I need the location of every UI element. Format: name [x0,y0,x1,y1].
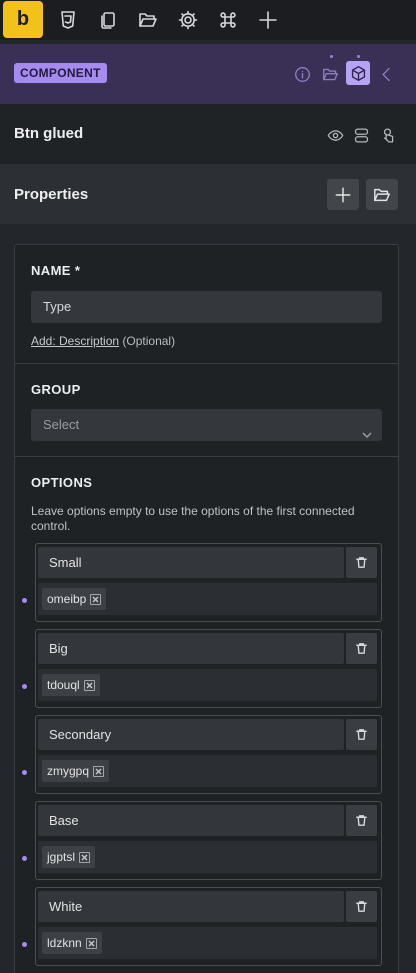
remove-chip-icon[interactable] [93,765,105,777]
eye-icon[interactable] [325,125,345,145]
cube-icon[interactable] [346,61,370,85]
plus-icon [335,187,351,202]
css3-icon[interactable] [57,9,79,31]
name-label: NAME * [31,263,81,278]
open-folder-button[interactable] [366,179,398,210]
control-chip: tdouql [42,674,100,696]
chip-label: zmygpq [47,764,90,778]
add-property-button[interactable] [327,179,359,210]
add-description-link[interactable]: Add: Description (Optional) [31,334,175,348]
top-toolbar: b [0,0,416,40]
control-chip: jgptsl [42,846,96,868]
option-label-input[interactable]: White [38,891,344,922]
options-help-text: Leave options empty to use the options o… [31,504,355,533]
plus-icon[interactable] [257,9,279,31]
option-control-select[interactable]: ldzknn [38,927,377,959]
pages-icon[interactable] [97,9,119,31]
indicator-dot [330,55,333,58]
command-icon[interactable] [217,9,239,31]
properties-header: Properties [0,164,416,224]
chip-label: ldzknn [47,936,82,950]
group-label: GROUP [31,382,81,397]
element-title[interactable]: Btn glued [14,125,83,142]
chip-label: omeibp [47,592,87,606]
connection-dot [22,684,27,689]
remove-chip-icon[interactable] [83,679,95,691]
option-control-select[interactable]: tdouql [38,669,377,701]
connection-dot [22,770,27,775]
trash-icon [356,557,367,568]
options-label: OPTIONS [31,475,93,490]
folder-open-icon[interactable] [137,9,159,31]
divider [15,456,398,457]
delete-option-button[interactable] [346,805,377,836]
folder-icon[interactable] [320,64,340,84]
component-badge: COMPONENT [14,63,107,83]
delete-option-button[interactable] [346,719,377,750]
builder-logo[interactable]: b [3,1,43,38]
property-form: NAME * Type Add: Description (Optional) … [14,244,399,973]
chevron-left-icon[interactable] [376,64,396,84]
chevron-down-icon [362,420,372,439]
add-description-text[interactable]: Add: Description [31,334,119,348]
option-control-select[interactable]: jgptsl [38,841,377,873]
option-control-select[interactable]: omeibp [38,583,377,615]
option-label-input[interactable]: Small [38,547,344,578]
trash-icon [356,815,367,826]
connection-dot [22,856,27,861]
option-label-input[interactable]: Base [38,805,344,836]
connection-dot [22,942,27,947]
gear-icon[interactable] [177,9,199,31]
remove-chip-icon[interactable] [85,937,97,949]
trash-icon [356,901,367,912]
indicator-dot [357,55,360,58]
properties-title: Properties [14,186,89,203]
group-select-value: Select [43,417,80,432]
name-input[interactable]: Type [31,291,382,323]
trash-icon [356,643,367,654]
element-header: Btn glued [0,104,416,164]
control-chip: omeibp [42,588,107,610]
control-chip: zmygpq [42,760,110,782]
option-item: Secondary zmygpq [22,715,382,794]
chip-label: tdouql [47,678,80,692]
option-control-select[interactable]: zmygpq [38,755,377,787]
option-item: Base jgptsl [22,801,382,880]
option-item: Small omeibp [22,543,382,622]
connection-dot [22,598,27,603]
delete-option-button[interactable] [346,547,377,578]
delete-option-button[interactable] [346,633,377,664]
option-item: Big tdouql [22,629,382,708]
chip-label: jgptsl [47,850,76,864]
folder-open-icon [374,188,390,201]
info-icon[interactable] [292,64,312,84]
option-item: White ldzknn [22,887,382,966]
stack-icon[interactable] [351,125,371,145]
delete-option-button[interactable] [346,891,377,922]
pointer-icon[interactable] [377,125,397,145]
trash-icon [356,729,367,740]
optional-text: (Optional) [122,334,176,348]
option-label-input[interactable]: Secondary [38,719,344,750]
remove-chip-icon[interactable] [90,593,102,605]
option-label-input[interactable]: Big [38,633,344,664]
control-chip: ldzknn [42,932,102,954]
group-select[interactable]: Select [31,409,382,441]
remove-chip-icon[interactable] [79,851,91,863]
divider [15,363,398,364]
